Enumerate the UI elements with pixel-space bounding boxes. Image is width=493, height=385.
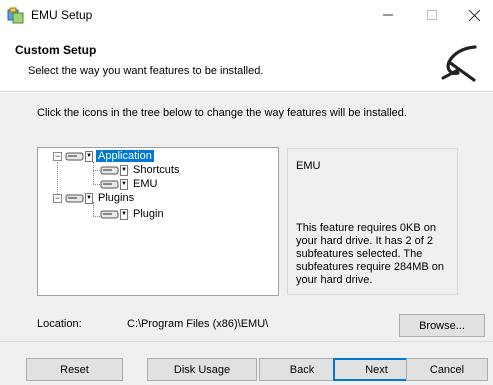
- hard-drive-icon[interactable]: [65, 151, 84, 162]
- maximize-button[interactable]: [414, 0, 450, 30]
- tree-item-application[interactable]: − ▼ Application: [53, 149, 154, 163]
- cancel-button[interactable]: Cancel: [406, 358, 488, 381]
- installer-icon: [7, 7, 24, 24]
- tree-item-emu[interactable]: ▼ EMU: [100, 177, 159, 191]
- title-bar[interactable]: EMU Setup: [0, 0, 493, 30]
- hard-drive-icon[interactable]: [100, 165, 119, 176]
- dropdown-arrow-icon[interactable]: ▼: [85, 192, 93, 204]
- dropdown-arrow-icon[interactable]: ▼: [120, 164, 128, 176]
- hard-drive-icon[interactable]: [100, 209, 119, 220]
- minimize-button[interactable]: [370, 0, 406, 30]
- button-bar: Reset Disk Usage Back Next Cancel: [0, 341, 493, 385]
- dropdown-arrow-icon[interactable]: ▼: [120, 178, 128, 190]
- tree-connector: [93, 184, 100, 185]
- location-label: Location:: [37, 318, 82, 330]
- collapse-icon[interactable]: −: [53, 193, 62, 203]
- dropdown-arrow-icon[interactable]: ▼: [85, 150, 93, 162]
- hard-drive-icon[interactable]: [65, 193, 84, 204]
- close-icon: [468, 9, 480, 21]
- location-value: C:\Program Files (x86)\EMU\: [127, 318, 269, 330]
- tree-item-label[interactable]: Plugin: [131, 208, 166, 220]
- tree-item-label[interactable]: Application: [96, 150, 154, 162]
- tree-item-label[interactable]: EMU: [131, 178, 159, 190]
- dropdown-arrow-icon[interactable]: ▼: [120, 208, 128, 220]
- instruction-text: Click the icons in the tree below to cha…: [37, 107, 407, 119]
- page-subtitle: Select the way you want features to be i…: [28, 65, 264, 77]
- close-button[interactable]: [456, 0, 492, 30]
- window-title: EMU Setup: [31, 8, 93, 22]
- tree-item-plugin[interactable]: ▼ Plugin: [100, 207, 166, 221]
- minimize-icon: [383, 14, 393, 16]
- tree-item-label[interactable]: Shortcuts: [131, 164, 181, 176]
- maximize-icon: [427, 10, 437, 20]
- tree-connector: [93, 216, 100, 217]
- feature-tree[interactable]: − ▼ Application ▼ Shortcuts ▼ EMU − ▼ Pl…: [37, 147, 279, 296]
- feature-detail: This feature requires 0KB on your hard d…: [296, 222, 444, 286]
- collapse-icon[interactable]: −: [53, 151, 62, 161]
- hard-drive-icon[interactable]: [100, 179, 119, 190]
- feature-name: EMU: [296, 160, 321, 172]
- main-panel: Click the icons in the tree below to cha…: [0, 93, 493, 341]
- tree-item-shortcuts[interactable]: ▼ Shortcuts: [100, 163, 181, 177]
- page-title: Custom Setup: [15, 43, 97, 57]
- tree-connector: [93, 170, 100, 171]
- tree-item-plugins[interactable]: − ▼ Plugins: [53, 191, 136, 205]
- browse-button[interactable]: Browse...: [399, 314, 485, 337]
- feature-description-panel: EMU This feature requires 0KB on your ha…: [287, 148, 458, 295]
- tree-connector: [93, 162, 94, 184]
- header-banner: Custom Setup Select the way you want fea…: [0, 30, 493, 92]
- disk-usage-button[interactable]: Disk Usage: [147, 358, 257, 381]
- tree-item-label[interactable]: Plugins: [96, 192, 136, 204]
- reset-button[interactable]: Reset: [26, 358, 123, 381]
- emu-logo-icon: [441, 45, 477, 82]
